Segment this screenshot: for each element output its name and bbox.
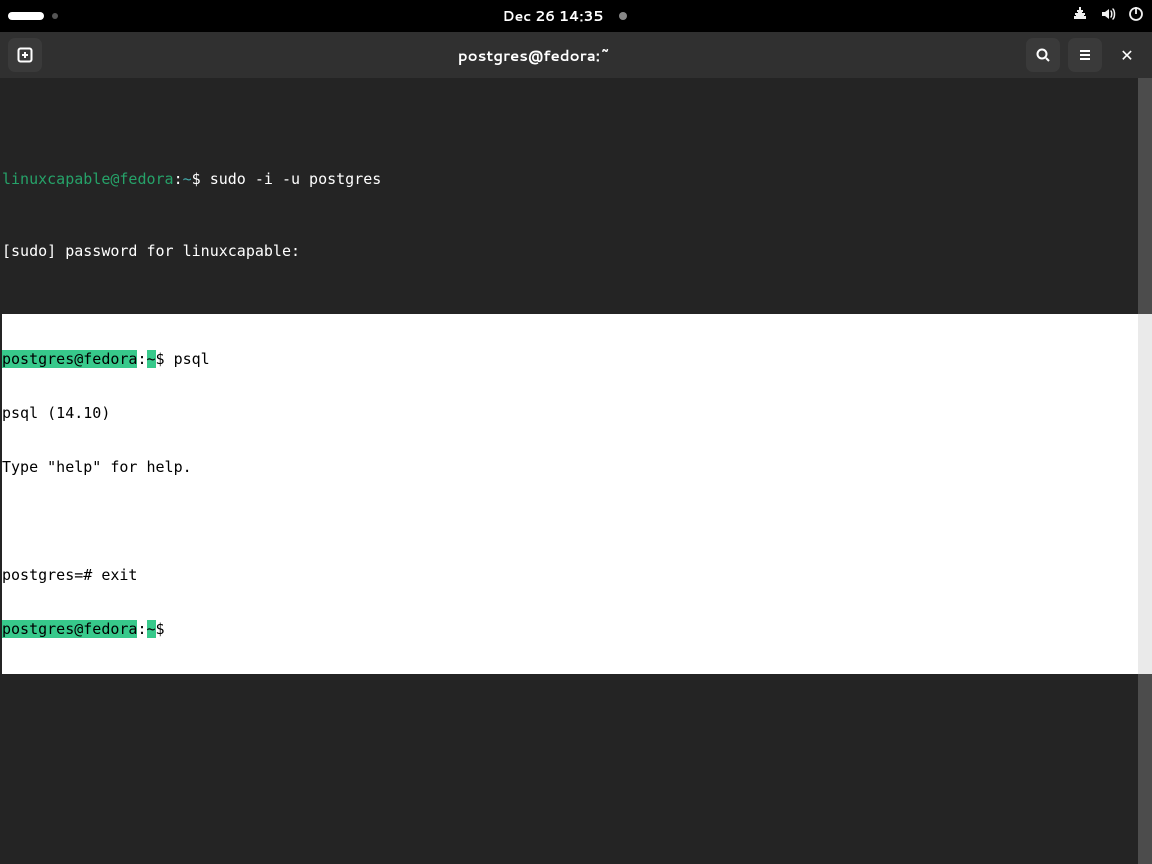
prompt-symbol: $	[156, 620, 174, 638]
plus-box-icon	[17, 47, 33, 63]
notification-dot-icon	[619, 12, 627, 20]
prompt-sep: :	[174, 170, 183, 188]
activities-area[interactable]	[8, 12, 58, 20]
prompt-dir: ~	[183, 170, 192, 188]
window-headerbar: postgres@fedora:~ ✕	[0, 32, 1152, 78]
prompt-dir: ~	[147, 620, 156, 638]
hamburger-menu-button[interactable]	[1068, 38, 1102, 72]
system-status-area[interactable]	[1072, 6, 1144, 27]
prompt-symbol: $	[192, 170, 210, 188]
terminal-line: linuxcapable@fedora:~$ sudo -i -u postgr…	[2, 170, 1152, 188]
close-window-button[interactable]: ✕	[1110, 38, 1144, 72]
prompt-userhost: postgres@fedora	[2, 620, 137, 638]
terminal-window: postgres@fedora:~ ✕ linuxca	[0, 32, 1152, 864]
prompt-symbol: $	[156, 350, 174, 368]
terminal-line: Type "help" for help.	[2, 458, 1152, 476]
search-button[interactable]	[1026, 38, 1060, 72]
gnome-top-bar: Dec 26 14:35	[0, 0, 1152, 32]
terminal-line: [sudo] password for linuxcapable:	[2, 242, 1152, 260]
clock-area[interactable]: Dec 26 14:35	[503, 6, 628, 26]
hamburger-icon	[1077, 47, 1093, 63]
new-tab-button[interactable]	[8, 38, 42, 72]
volume-icon	[1100, 6, 1116, 27]
prompt-userhost: linuxcapable@fedora	[2, 170, 174, 188]
terminal-line: postgres=# exit	[2, 566, 1152, 584]
power-icon	[1128, 6, 1144, 27]
prompt-sep: :	[137, 350, 146, 368]
terminal-line	[2, 512, 1152, 530]
terminal-cursor	[174, 621, 183, 638]
workspace-dot-icon	[52, 13, 58, 19]
command-text: psql	[174, 350, 210, 368]
clock-text: Dec 26 14:35	[503, 6, 604, 26]
terminal-viewport[interactable]: linuxcapable@fedora:~$ sudo -i -u postgr…	[0, 78, 1152, 864]
window-title: postgres@fedora:~	[50, 45, 1018, 66]
selection-block: postgres@fedora:~$ psql psql (14.10) Typ…	[2, 314, 1152, 674]
prompt-sep: :	[137, 620, 146, 638]
terminal-line: psql (14.10)	[2, 404, 1152, 422]
terminal-scrollbar[interactable]	[1138, 78, 1152, 864]
terminal-line: postgres@fedora:~$	[2, 620, 1152, 638]
activities-pill-icon	[8, 12, 44, 20]
network-icon	[1072, 6, 1088, 27]
prompt-userhost: postgres@fedora	[2, 350, 137, 368]
command-text: sudo -i -u postgres	[210, 170, 382, 188]
prompt-dir: ~	[147, 350, 156, 368]
terminal-line: postgres@fedora:~$ psql	[2, 350, 1152, 368]
close-icon: ✕	[1120, 44, 1133, 67]
search-icon	[1035, 47, 1051, 63]
